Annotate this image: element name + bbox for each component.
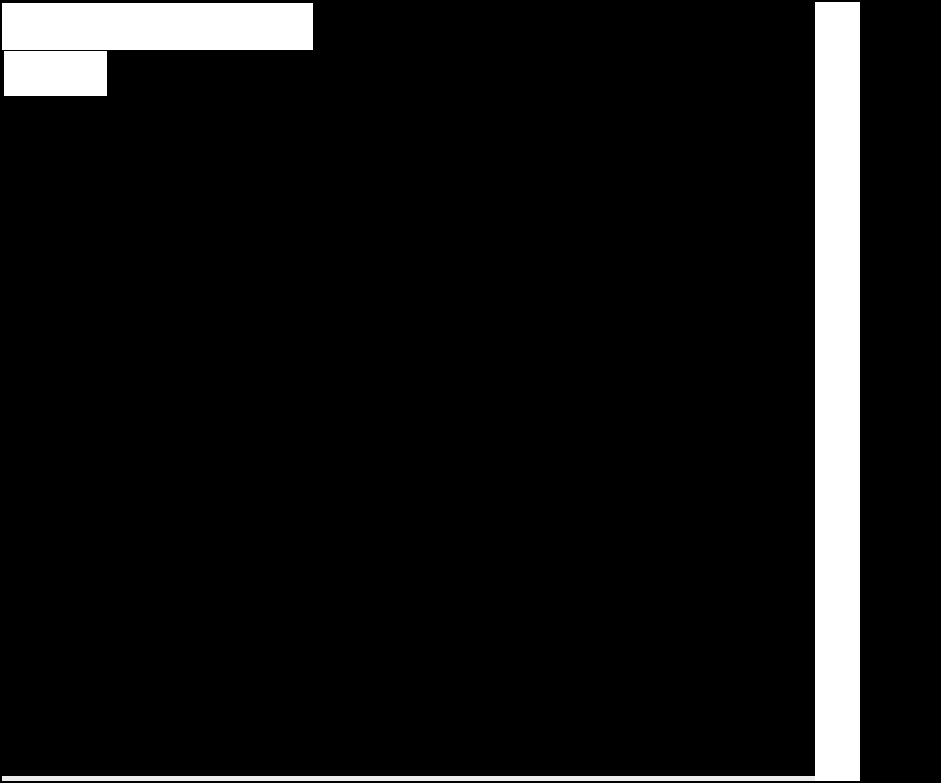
intensity-colorbar [4,51,107,96]
screen-border-top [0,0,941,2]
spectrum-lab-screen-capture [0,0,941,783]
colorbar-gradient [6,53,105,69]
colorbar-ticks [4,69,107,79]
spectrum-panel [860,0,941,783]
capture-info-box [2,3,313,50]
waterfall-spectrogram [0,0,817,777]
frequency-axis [815,0,860,783]
screen-border-left [0,0,2,783]
frequency-axis-ticks [815,0,860,783]
